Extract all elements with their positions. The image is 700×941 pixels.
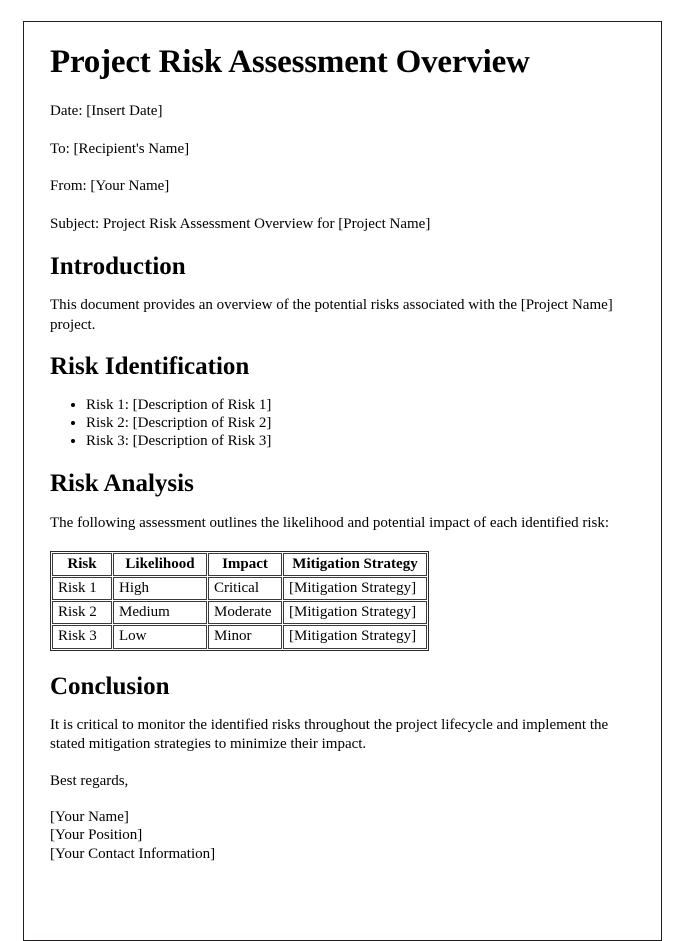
table-row: Risk 2 Medium Moderate [Mitigation Strat… [52,601,427,625]
column-header-likelihood: Likelihood [113,552,207,576]
cell-mitigation-strategy: [Mitigation Strategy] [283,625,427,649]
heading-risk-identification: Risk Identification [50,352,250,380]
introduction-paragraph: This document provides an overview of th… [50,297,613,333]
table-body: Risk 1 High Critical [Mitigation Strateg… [52,576,427,649]
cell-risk: Risk 2 [52,601,112,625]
meta-subject: Subject: Project Risk Assessment Overvie… [50,216,431,233]
heading-introduction: Introduction [50,252,186,280]
list-item: Risk 1: [Description of Risk 1] [86,396,635,414]
cell-impact: Moderate [208,601,282,625]
table-head: Risk Likelihood Impact Mitigation Strate… [52,552,427,576]
heading-risk-analysis: Risk Analysis [50,470,194,498]
document-page: Project Risk Assessment Overview Date: [… [23,21,662,941]
cell-likelihood: High [113,576,207,601]
table-header-row: Risk Likelihood Impact Mitigation Strate… [52,552,427,576]
cell-risk: Risk 1 [52,576,112,601]
document-body: Project Risk Assessment Overview Date: [… [24,22,661,863]
cell-impact: Minor [208,625,282,649]
closing-salutation: Best regards, [50,773,129,790]
list-item: Risk 2: [Description of Risk 2] [86,414,635,432]
cell-risk: Risk 3 [52,625,112,649]
page-title: Project Risk Assessment Overview [50,44,530,80]
cell-mitigation-strategy: [Mitigation Strategy] [283,576,427,601]
cell-mitigation-strategy: [Mitigation Strategy] [283,601,427,625]
risk-analysis-paragraph: The following assessment outlines the li… [50,514,610,531]
conclusion-paragraph: It is critical to monitor the identified… [50,717,609,753]
risk-identification-list: Risk 1: [Description of Risk 1] Risk 2: … [50,396,635,450]
meta-to: To: [Recipient's Name] [50,140,190,157]
cell-likelihood: Low [113,625,207,649]
risk-analysis-table: Risk Likelihood Impact Mitigation Strate… [50,550,429,651]
column-header-mitigation-strategy: Mitigation Strategy [283,552,427,576]
signature-name: [Your Name] [50,809,129,826]
cell-likelihood: Medium [113,601,207,625]
signature-position: [Your Position] [50,827,143,844]
cell-impact: Critical [208,576,282,601]
signature-block: [Your Name] [Your Position] [Your Contac… [50,808,635,863]
table-row: Risk 3 Low Minor [Mitigation Strategy] [52,625,427,649]
list-item: Risk 3: [Description of Risk 3] [86,432,635,450]
heading-conclusion: Conclusion [50,672,170,700]
signature-contact: [Your Contact Information] [50,845,216,862]
meta-date: Date: [Insert Date] [50,102,163,119]
meta-from: From: [Your Name] [50,178,170,195]
table-row: Risk 1 High Critical [Mitigation Strateg… [52,576,427,601]
column-header-risk: Risk [52,552,112,576]
column-header-impact: Impact [208,552,282,576]
